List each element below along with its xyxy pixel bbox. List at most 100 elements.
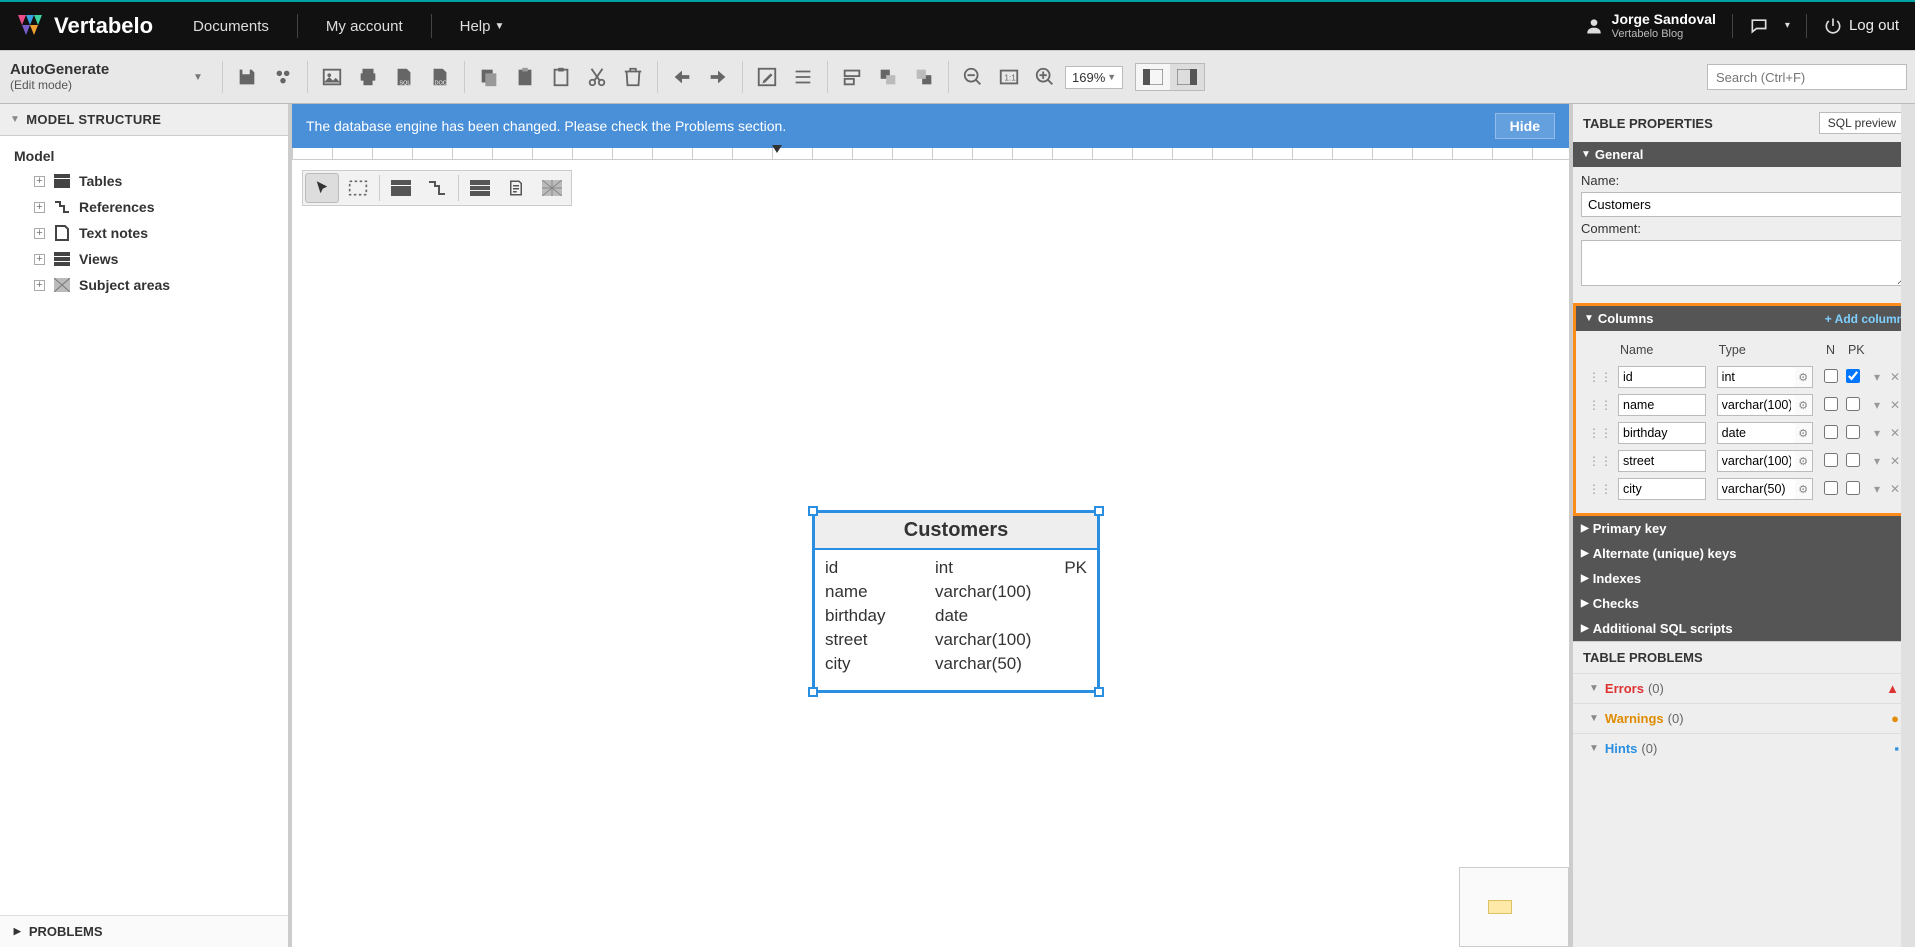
save-button[interactable] [231,61,263,93]
expand-col-icon[interactable]: ▾ [1872,426,1882,440]
search-input[interactable] [1707,64,1907,90]
expand-col-icon[interactable]: ▾ [1872,370,1882,384]
pk-checkbox[interactable] [1846,453,1860,467]
pk-checkbox[interactable] [1846,425,1860,439]
pk-checkbox[interactable] [1846,481,1860,495]
tree-root-model[interactable]: Model [0,144,288,168]
column-name-input[interactable] [1618,478,1706,500]
column-type-input[interactable] [1717,422,1795,444]
right-scrollbar[interactable] [1901,104,1915,947]
print-button[interactable] [352,61,384,93]
edit-button[interactable] [751,61,783,93]
nullable-checkbox[interactable] [1824,369,1838,383]
model-structure-header[interactable]: ▼ MODEL STRUCTURE [0,104,288,136]
menu-documents[interactable]: Documents [193,14,269,38]
column-name-input[interactable] [1618,366,1706,388]
problems-hints[interactable]: ▼ Hints (0) ▪ [1573,733,1915,763]
zoom-select[interactable]: 169%▼ [1065,66,1123,89]
expand-icon[interactable]: + [34,280,45,291]
marquee-tool[interactable] [341,173,375,203]
banner-hide-button[interactable]: Hide [1495,113,1555,139]
name-input[interactable] [1581,192,1907,217]
nullable-checkbox[interactable] [1824,397,1838,411]
remove-col-icon[interactable]: ✕ [1888,454,1902,468]
column-type-input[interactable] [1717,366,1795,388]
view-left-panel-button[interactable] [1136,64,1170,90]
cut-button[interactable] [581,61,613,93]
section-checks[interactable]: ▶Checks [1573,591,1915,616]
expand-icon[interactable]: + [34,254,45,265]
add-note-tool[interactable] [499,173,533,203]
column-name-input[interactable] [1618,394,1706,416]
type-gear-icon[interactable]: ⚙ [1795,366,1813,388]
drag-handle-icon[interactable]: ⋮⋮ [1586,426,1614,440]
remove-col-icon[interactable]: ✕ [1888,482,1902,496]
column-type-input[interactable] [1717,394,1795,416]
expand-icon[interactable]: + [34,202,45,213]
type-gear-icon[interactable]: ⚙ [1795,478,1813,500]
add-reference-tool[interactable] [420,173,454,203]
tree-item-references[interactable]: +References [0,194,288,220]
drag-handle-icon[interactable]: ⋮⋮ [1586,454,1614,468]
pk-checkbox[interactable] [1846,369,1860,383]
doc-button-file[interactable]: DOC [424,61,456,93]
expand-col-icon[interactable]: ▾ [1872,482,1882,496]
clipboard-button[interactable] [545,61,577,93]
pk-checkbox[interactable] [1846,397,1860,411]
sql-button[interactable]: SQL [388,61,420,93]
drag-handle-icon[interactable]: ⋮⋮ [1586,482,1614,496]
chat-icon[interactable] [1749,16,1769,36]
problems-panel-toggle[interactable]: ▼ PROBLEMS [0,915,288,947]
remove-col-icon[interactable]: ✕ [1888,426,1902,440]
remove-col-icon[interactable]: ✕ [1888,370,1902,384]
tree-item-text-notes[interactable]: +Text notes [0,220,288,246]
undo-button[interactable] [666,61,698,93]
section-columns[interactable]: ▼Columns + Add column [1576,306,1912,331]
comment-input[interactable] [1581,240,1907,286]
section-primary-key[interactable]: ▶Primary key [1573,516,1915,541]
logout-button[interactable]: Log out [1823,16,1899,36]
drag-handle-icon[interactable]: ⋮⋮ [1586,370,1614,384]
view-right-panel-button[interactable] [1170,64,1204,90]
drag-handle-icon[interactable]: ⋮⋮ [1586,398,1614,412]
copy-button[interactable] [473,61,505,93]
entity-customers[interactable]: Customers idintPKnamevarchar(100)birthda… [812,510,1100,693]
tree-item-tables[interactable]: +Tables [0,168,288,194]
image-button[interactable] [316,61,348,93]
problems-warnings[interactable]: ▼ Warnings (0) ● [1573,703,1915,733]
layer-down-button[interactable] [908,61,940,93]
nullable-checkbox[interactable] [1824,425,1838,439]
column-type-input[interactable] [1717,450,1795,472]
app-logo[interactable]: Vertabelo [16,11,153,41]
menu-my-account[interactable]: My account [326,14,403,38]
type-gear-icon[interactable]: ⚙ [1795,422,1813,444]
redo-button[interactable] [702,61,734,93]
tree-item-subject-areas[interactable]: +Subject areas [0,272,288,298]
doc-dropdown-icon[interactable]: ▼ [182,61,214,93]
expand-icon[interactable]: + [34,228,45,239]
problems-errors[interactable]: ▼ Errors (0) ▲ [1573,673,1915,703]
add-column-link[interactable]: + Add column [1825,312,1904,326]
expand-col-icon[interactable]: ▾ [1872,454,1882,468]
layer-up-button[interactable] [872,61,904,93]
nullable-checkbox[interactable] [1824,481,1838,495]
zoom-out-button[interactable] [957,61,989,93]
add-table-tool[interactable] [384,173,418,203]
user-info[interactable]: Jorge Sandoval Vertabelo Blog [1584,12,1716,39]
delete-button[interactable] [617,61,649,93]
zoom-reset-button[interactable]: 1:1 [993,61,1025,93]
remove-col-icon[interactable]: ✕ [1888,398,1902,412]
sql-preview-button[interactable]: SQL preview [1819,112,1905,134]
pointer-tool[interactable] [305,173,339,203]
tree-item-views[interactable]: +Views [0,246,288,272]
column-name-input[interactable] [1618,450,1706,472]
section-alt-keys[interactable]: ▶Alternate (unique) keys [1573,541,1915,566]
share-button[interactable] [267,61,299,93]
paste-button[interactable] [509,61,541,93]
type-gear-icon[interactable]: ⚙ [1795,394,1813,416]
column-type-input[interactable] [1717,478,1795,500]
nullable-checkbox[interactable] [1824,453,1838,467]
add-view-tool[interactable] [463,173,497,203]
expand-icon[interactable]: + [34,176,45,187]
type-gear-icon[interactable]: ⚙ [1795,450,1813,472]
